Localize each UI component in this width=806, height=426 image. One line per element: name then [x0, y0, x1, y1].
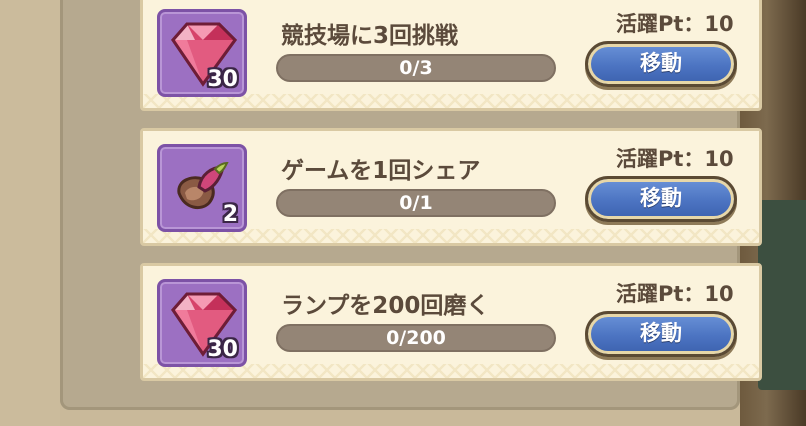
- mission-list-panel: 30 競技場に3回挑戦 活躍Pt：10 0/3 移動 2 ゲームを1回シェア 活…: [60, 0, 762, 410]
- reward-item[interactable]: 30: [157, 279, 247, 367]
- reward-count: 30: [207, 337, 238, 362]
- go-button[interactable]: 移動: [585, 41, 737, 87]
- activity-points: 活躍Pt：10: [616, 147, 734, 171]
- progress-bar: 0/3: [276, 54, 556, 82]
- progress-text: 0/1: [399, 192, 433, 214]
- mission-card: 30 競技場に3回挑戦 活躍Pt：10 0/3 移動: [140, 0, 762, 111]
- progress-bar: 0/1: [276, 189, 556, 217]
- mission-card: 2 ゲームを1回シェア 活躍Pt：10 0/1 移動: [140, 128, 762, 246]
- mission-title: ランプを200回磨く: [281, 293, 490, 319]
- go-button[interactable]: 移動: [585, 176, 737, 222]
- activity-points: 活躍Pt：10: [616, 282, 734, 306]
- background-curtain: [758, 200, 806, 390]
- reward-count: 2: [222, 202, 238, 227]
- reward-count: 30: [207, 67, 238, 92]
- progress-text: 0/3: [399, 57, 433, 79]
- mission-title: 競技場に3回挑戦: [281, 23, 459, 49]
- mission-card: 30 ランプを200回磨く 活躍Pt：10 0/200 移動: [140, 263, 762, 381]
- mission-title: ゲームを1回シェア: [281, 158, 481, 184]
- progress-bar: 0/200: [276, 324, 556, 352]
- background-wall-left: [0, 0, 60, 426]
- progress-text: 0/200: [386, 327, 446, 349]
- activity-points: 活躍Pt：10: [616, 12, 734, 36]
- reward-item[interactable]: 2: [157, 144, 247, 232]
- reward-item[interactable]: 30: [157, 9, 247, 97]
- go-button[interactable]: 移動: [585, 311, 737, 357]
